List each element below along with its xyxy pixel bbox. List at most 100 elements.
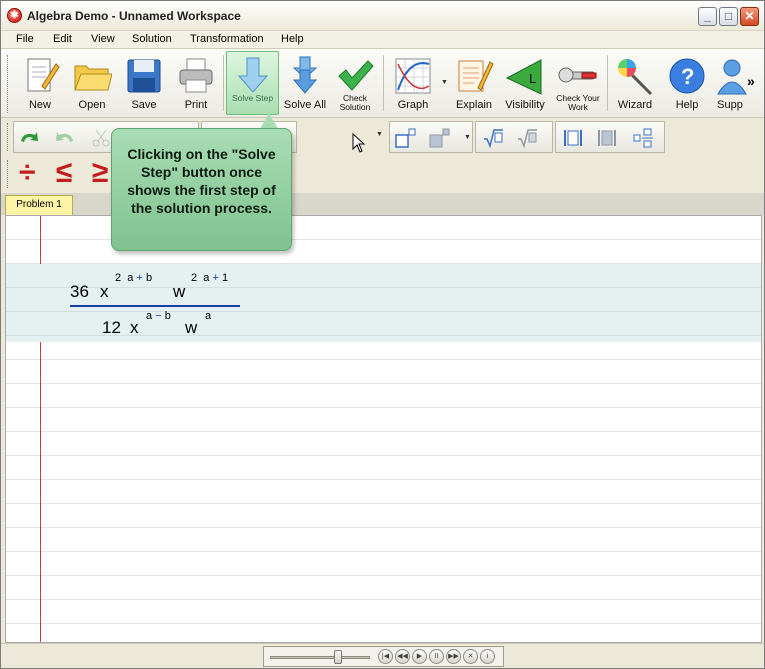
solve-step-button[interactable]: Solve Step bbox=[226, 51, 279, 115]
new-document-icon bbox=[27, 58, 60, 92]
toolbar-overflow-button[interactable]: » bbox=[747, 73, 755, 89]
graph-button[interactable]: Graph bbox=[387, 51, 439, 115]
open-button[interactable]: Open bbox=[67, 51, 117, 115]
save-button[interactable]: Save bbox=[119, 51, 169, 115]
down-arrow-icon bbox=[237, 57, 268, 93]
cut-icon[interactable] bbox=[90, 127, 112, 149]
menu-bar: File Edit View Solution Transformation H… bbox=[1, 31, 764, 49]
radical-group bbox=[475, 121, 553, 153]
title-bar: ✱ Algebra Demo - Unnamed Workspace _ □ ✕ bbox=[1, 1, 764, 31]
svg-text:L: L bbox=[529, 71, 536, 86]
less-equal-button[interactable]: ≤ bbox=[56, 157, 72, 189]
box-filled-icon[interactable] bbox=[596, 127, 618, 149]
fast-forward-icon[interactable]: ▶▶ bbox=[446, 649, 461, 664]
toolbar-divider bbox=[223, 55, 224, 111]
skip-start-icon[interactable]: |◀ bbox=[378, 649, 393, 664]
notebook-workspace[interactable]: 36 x 2 a + b w 2 a + 1 12 x a − b w a bbox=[5, 215, 762, 643]
window-title: Algebra Demo - Unnamed Workspace bbox=[27, 9, 241, 23]
menu-solution[interactable]: Solution bbox=[132, 33, 172, 45]
redo-icon[interactable] bbox=[54, 127, 76, 149]
info-icon[interactable]: i bbox=[480, 649, 495, 664]
toolbar-divider bbox=[607, 55, 608, 111]
print-button[interactable]: Print bbox=[171, 51, 221, 115]
speed-slider-thumb[interactable] bbox=[334, 650, 342, 664]
denominator-x-exponent: a − b bbox=[146, 310, 171, 322]
help-button[interactable]: ? Help bbox=[663, 51, 711, 115]
menu-view[interactable]: View bbox=[91, 33, 115, 45]
solve-all-button[interactable]: Solve All bbox=[281, 51, 329, 115]
toolbar-grip[interactable] bbox=[7, 55, 10, 113]
nth-root-icon[interactable] bbox=[516, 127, 538, 149]
support-person-icon bbox=[717, 59, 747, 95]
wrench-icon bbox=[558, 67, 597, 83]
pause-icon[interactable]: II bbox=[429, 649, 444, 664]
speed-slider[interactable] bbox=[270, 656, 370, 659]
maximize-button[interactable]: □ bbox=[719, 7, 738, 26]
solve-step-label: Solve Step bbox=[231, 93, 274, 103]
menu-edit[interactable]: Edit bbox=[53, 33, 72, 45]
undo-icon[interactable] bbox=[18, 127, 40, 149]
numerator-x-exponent: 2 a + b bbox=[115, 272, 153, 284]
numerator-coefficient: 36 bbox=[70, 282, 89, 301]
tab-problem-1[interactable]: Problem 1 bbox=[5, 195, 73, 215]
app-logo-icon: ✱ bbox=[7, 8, 22, 23]
superscript-filled-icon[interactable] bbox=[428, 127, 450, 149]
square-root-icon[interactable] bbox=[482, 127, 504, 149]
minimize-button[interactable]: _ bbox=[698, 7, 717, 26]
menu-file[interactable]: File bbox=[16, 33, 34, 45]
help-label: Help bbox=[675, 99, 699, 111]
box-outline-icon[interactable] bbox=[562, 127, 584, 149]
playback-controls: |◀ ◀◀ ▶ II ▶▶ ✕ i bbox=[263, 646, 504, 667]
main-toolbar: New Open Save Print Solve Step Solve All… bbox=[1, 49, 764, 118]
save-label: Save bbox=[131, 99, 157, 111]
visibility-label: Visibility bbox=[505, 99, 545, 111]
denominator-coefficient: 12 bbox=[102, 318, 121, 337]
magic-wand-icon bbox=[618, 59, 653, 96]
toolbar-divider bbox=[383, 55, 384, 111]
check-your-work-button[interactable]: Check Your Work bbox=[552, 51, 604, 115]
divide-button[interactable]: ÷ bbox=[19, 157, 35, 189]
print-label: Print bbox=[184, 99, 208, 111]
fraction-bar bbox=[70, 305, 240, 307]
tutorial-callout: Clicking on the "Solve Step" button once… bbox=[111, 128, 292, 251]
numerator-w-exponent: 2 a + 1 bbox=[191, 272, 229, 284]
new-button[interactable]: New bbox=[15, 51, 65, 115]
check-solution-button[interactable]: Check Solution bbox=[330, 51, 380, 115]
visibility-triangle-icon: L bbox=[505, 59, 542, 95]
new-label: New bbox=[28, 99, 51, 111]
menu-transformation[interactable]: Transformation bbox=[190, 33, 264, 45]
close-button[interactable]: ✕ bbox=[740, 7, 759, 26]
superscript-icon[interactable] bbox=[394, 127, 416, 149]
support-label: Supp bbox=[717, 99, 743, 111]
floppy-disk-icon bbox=[127, 59, 161, 93]
explain-button[interactable]: Explain bbox=[450, 51, 498, 115]
toolbar-grip[interactable] bbox=[7, 160, 10, 188]
stop-icon[interactable]: ✕ bbox=[463, 649, 478, 664]
callout-pointer bbox=[260, 113, 278, 129]
solve-all-label: Solve All bbox=[283, 99, 327, 111]
menu-help[interactable]: Help bbox=[281, 33, 304, 45]
rewind-icon[interactable]: ◀◀ bbox=[395, 649, 410, 664]
app-window: ✱ Algebra Demo - Unnamed Workspace _ □ ✕… bbox=[0, 0, 765, 669]
visibility-button[interactable]: L Visibility bbox=[500, 51, 550, 115]
wizard-label: Wizard bbox=[617, 99, 653, 111]
denominator-w-exponent: a bbox=[205, 310, 212, 322]
numerator-variable-w: w bbox=[173, 282, 186, 301]
greater-equal-button[interactable]: ≥ bbox=[92, 157, 108, 189]
graph-dropdown-icon[interactable]: ▼ bbox=[441, 79, 448, 86]
support-button[interactable]: Supp bbox=[713, 51, 747, 115]
notebook-pencil-icon bbox=[458, 60, 494, 92]
mouse-cursor-icon bbox=[352, 133, 366, 153]
numerator-variable-x: x bbox=[100, 282, 109, 301]
wizard-button[interactable]: Wizard bbox=[610, 51, 660, 115]
explain-label: Explain bbox=[455, 99, 493, 111]
layout-dropdown-icon[interactable]: ▼ bbox=[376, 131, 383, 138]
play-icon[interactable]: ▶ bbox=[412, 649, 427, 664]
superscript-dropdown-icon[interactable]: ▼ bbox=[464, 134, 471, 141]
graph-label: Graph bbox=[397, 99, 429, 111]
toolbar-grip[interactable] bbox=[7, 123, 10, 151]
split-fraction-icon[interactable] bbox=[632, 127, 654, 149]
double-down-arrow-icon bbox=[292, 56, 318, 94]
printer-icon bbox=[179, 58, 213, 93]
check-solution-label: Check Solution bbox=[339, 93, 371, 112]
